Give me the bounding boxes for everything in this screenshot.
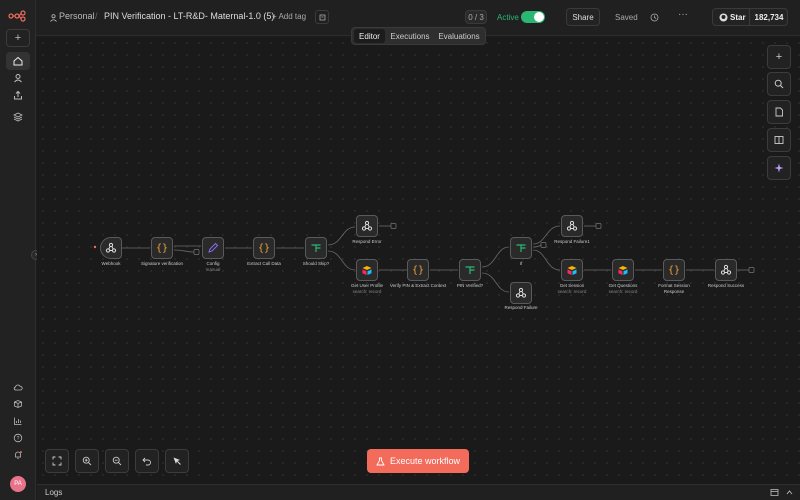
webhook-icon (720, 264, 732, 275)
view-tabs: Editor Executions Evaluations (351, 27, 486, 45)
node-box[interactable]: {} (663, 259, 685, 281)
webhook-icon (361, 220, 373, 231)
tidy-up-button[interactable] (165, 449, 189, 473)
undo-button[interactable] (135, 449, 159, 473)
sparkle-icon (774, 163, 784, 173)
node-box[interactable] (510, 282, 532, 304)
node-label: PIN Verified? (456, 283, 484, 288)
code-icon: {} (257, 242, 271, 254)
fit-view-button[interactable] (45, 449, 69, 473)
node-box[interactable] (459, 259, 481, 281)
chevron-up-icon[interactable] (785, 488, 794, 497)
node-box[interactable] (561, 259, 583, 281)
logs-label: Logs (45, 488, 63, 497)
connection (532, 249, 561, 271)
code-icon: {} (667, 264, 681, 276)
airtable-icon (618, 266, 628, 275)
logs-panel-bar[interactable]: Logs (37, 484, 800, 500)
edit-icon (208, 242, 219, 253)
node-label: Webhook (101, 261, 121, 266)
code-icon: {} (155, 242, 169, 254)
node-box[interactable] (510, 237, 532, 259)
webhook-icon (515, 287, 527, 298)
zoom-in-icon (82, 456, 92, 466)
tab-evaluations[interactable]: Evaluations (435, 29, 483, 43)
panel-icon (774, 136, 784, 144)
airtable-icon (567, 266, 577, 275)
sticky-note-button[interactable] (767, 100, 791, 124)
node-label: Should Skip? (302, 261, 330, 266)
node-label: Get Session (559, 283, 585, 288)
node-label: Respond Error (352, 239, 382, 244)
node-box[interactable] (612, 259, 634, 281)
node-label: Respond Failure1 (554, 239, 590, 244)
zoom-in-button[interactable] (75, 449, 99, 473)
code-icon: {} (411, 264, 425, 276)
node-box[interactable] (356, 259, 378, 281)
node-box[interactable]: {} (407, 259, 429, 281)
popout-icon[interactable] (770, 488, 779, 497)
zoom-out-button[interactable] (105, 449, 129, 473)
node-subtitle: manual (205, 266, 221, 272)
node-box[interactable]: {} (151, 237, 173, 259)
node-box[interactable] (202, 237, 224, 259)
execute-workflow-button[interactable]: Execute workflow (367, 449, 469, 473)
search-nodes-button[interactable] (767, 72, 791, 96)
node-label: If (519, 261, 523, 266)
undo-icon (142, 457, 151, 466)
node-label: Respond Failure (504, 305, 538, 310)
airtable-icon (362, 266, 372, 275)
trigger-indicator (93, 245, 97, 249)
node-box[interactable] (561, 215, 583, 237)
add-node-handle (748, 267, 755, 273)
if-icon (465, 266, 475, 274)
node-label: Config (206, 261, 220, 266)
tab-editor[interactable]: Editor (354, 29, 385, 43)
flask-icon (376, 457, 385, 465)
cursor-icon (173, 457, 181, 465)
plus-icon: + (775, 51, 783, 63)
if-icon (311, 244, 321, 252)
search-icon (774, 79, 784, 89)
add-node-button[interactable]: + (767, 45, 791, 69)
node-label: Respond Success (707, 283, 745, 288)
node-box[interactable] (305, 237, 327, 259)
zoom-out-icon (112, 456, 122, 466)
node-box[interactable] (356, 215, 378, 237)
webhook-icon (105, 242, 117, 253)
add-node-handle (193, 249, 200, 255)
add-node-handle (390, 223, 397, 229)
execute-workflow-label: Execute workflow (389, 456, 461, 466)
node-subtitle: search: record (352, 288, 382, 294)
webhook-icon (566, 220, 578, 231)
node-box[interactable] (100, 237, 122, 259)
tab-executions[interactable]: Executions (388, 29, 432, 43)
connection (173, 249, 195, 253)
if-icon (516, 244, 526, 252)
connection (532, 244, 542, 248)
add-node-handle (595, 223, 602, 229)
panel-toggle-button[interactable] (767, 128, 791, 152)
ai-assistant-button[interactable] (767, 156, 791, 180)
fullscreen-icon (52, 456, 62, 466)
note-icon (775, 107, 783, 117)
node-box[interactable]: {} (253, 237, 275, 259)
node-box[interactable] (715, 259, 737, 281)
